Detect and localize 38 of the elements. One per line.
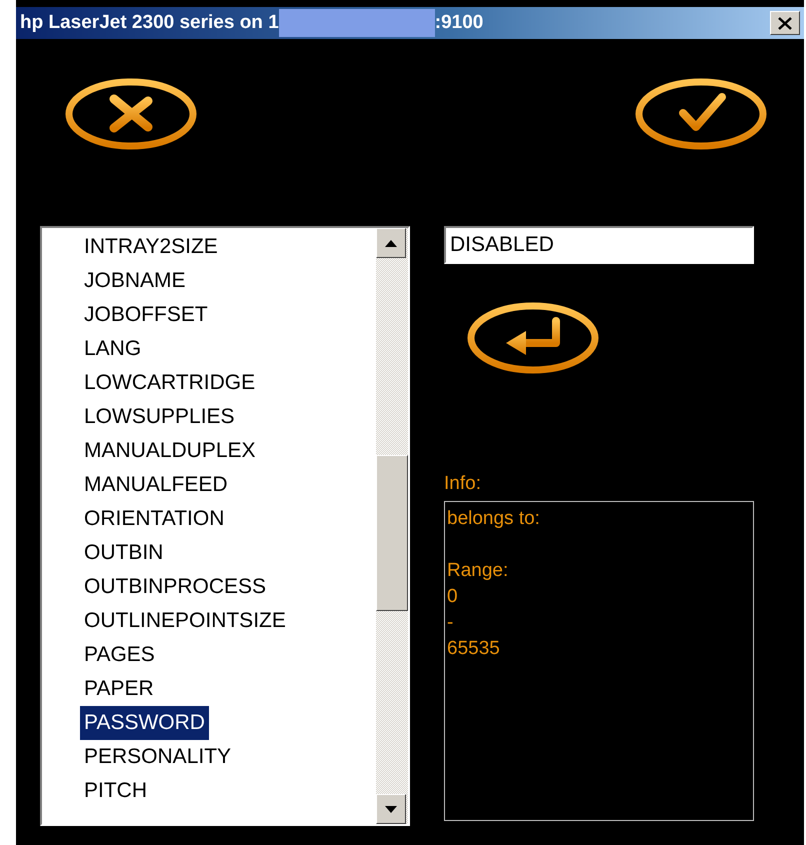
list-item[interactable]: MANUALFEED [80,468,232,502]
list-item[interactable]: LANG [80,332,146,366]
scroll-up-button[interactable] [376,228,406,258]
list-item[interactable]: OUTBINPROCESS [80,570,270,604]
scroll-thumb[interactable] [376,455,408,611]
parameter-list[interactable]: INTRAY2SIZE JOBNAME JOBOFFSET LANG LOWCARTRIDGE LOWSUPPLIES MANUALDUPLEX MANUALFEED ORIENTATION OUTBIN OUTBINPROCESS OUTLINEPOINTSIZE PAGES PAPER PASSWORD PERSONALITY PITCH [40,226,410,826]
info-text: 65535 [447,637,500,661]
cross-icon [110,94,152,132]
list-item[interactable]: PAGES [80,638,159,672]
list-item[interactable]: OUTLINEPOINTSIZE [80,604,290,638]
window-title: :9100 [434,12,484,34]
list-item[interactable]: OUTBIN [80,536,168,570]
enter-arrow-icon [506,317,560,355]
up-arrow-icon [385,240,397,246]
info-text: Range: [447,559,508,583]
list-item[interactable]: LOWCARTRIDGE [80,366,260,400]
scroll-down-button[interactable] [376,794,406,824]
info-label: Info: [444,473,482,495]
list-item[interactable]: ORIENTATION [80,502,228,536]
scrollbar[interactable] [376,228,408,824]
list-item[interactable]: JOBOFFSET [80,298,212,332]
info-text: 0 [447,585,458,609]
list-item[interactable]: PAPER [80,672,158,706]
window-title: hp LaserJet 2300 series on 1 [20,12,279,34]
info-text: belongs to: [447,507,540,531]
close-button[interactable] [770,11,800,35]
list-item[interactable]: PITCH [80,774,151,808]
down-arrow-icon [385,806,397,812]
list-item[interactable]: INTRAY2SIZE [80,230,222,264]
close-icon [778,16,792,30]
list-item[interactable]: MANUALDUPLEX [80,434,260,468]
info-text: - [447,611,454,635]
list-item[interactable]: LOWSUPPLIES [80,400,239,434]
check-icon [679,93,726,131]
list-item[interactable]: PERSONALITY [80,740,236,774]
value-field[interactable]: DISABLED [444,226,754,264]
list-item[interactable]: PASSWORD [80,706,209,740]
list-item[interactable]: JOBNAME [80,264,190,298]
